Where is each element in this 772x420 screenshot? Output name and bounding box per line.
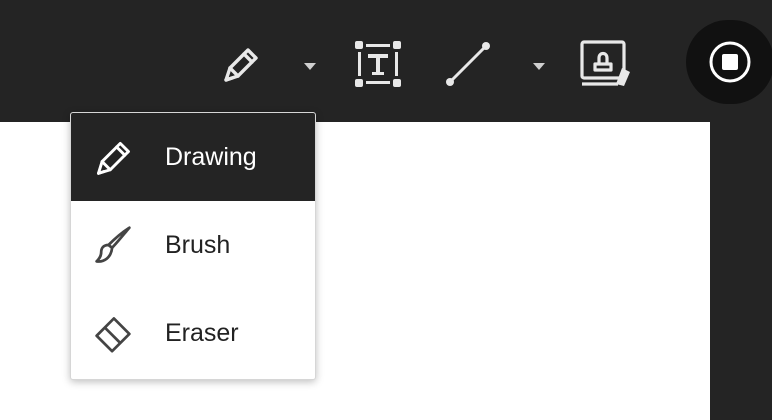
brush-icon <box>91 223 135 267</box>
stamp-icon <box>580 40 630 86</box>
text-box-icon <box>355 41 401 87</box>
stop-button[interactable] <box>686 20 772 104</box>
caret-down-icon <box>533 63 545 70</box>
pencil-icon <box>224 48 258 82</box>
eraser-icon <box>91 311 135 355</box>
menu-item-brush[interactable]: Brush <box>71 201 315 289</box>
menu-item-label: Brush <box>165 231 231 259</box>
line-icon <box>446 42 490 86</box>
menu-item-drawing[interactable]: Drawing <box>71 113 315 201</box>
stamp-tool-button[interactable] <box>578 38 632 90</box>
menu-item-eraser[interactable]: Eraser <box>71 289 315 377</box>
drawing-tool-menu: Drawing Brush Eraser <box>70 112 316 380</box>
stop-icon <box>709 41 751 83</box>
caret-down-icon <box>304 63 316 70</box>
right-panel <box>710 122 772 420</box>
toolbar <box>0 0 772 122</box>
menu-item-label: Drawing <box>165 143 257 171</box>
line-dropdown-button[interactable] <box>527 54 551 78</box>
line-tool-button[interactable] <box>442 38 494 90</box>
menu-item-label: Eraser <box>165 319 239 347</box>
text-tool-button[interactable] <box>352 38 404 90</box>
pencil-dropdown-button[interactable] <box>298 54 322 78</box>
pencil-tool-button[interactable] <box>216 40 264 88</box>
pencil-icon <box>91 135 135 179</box>
